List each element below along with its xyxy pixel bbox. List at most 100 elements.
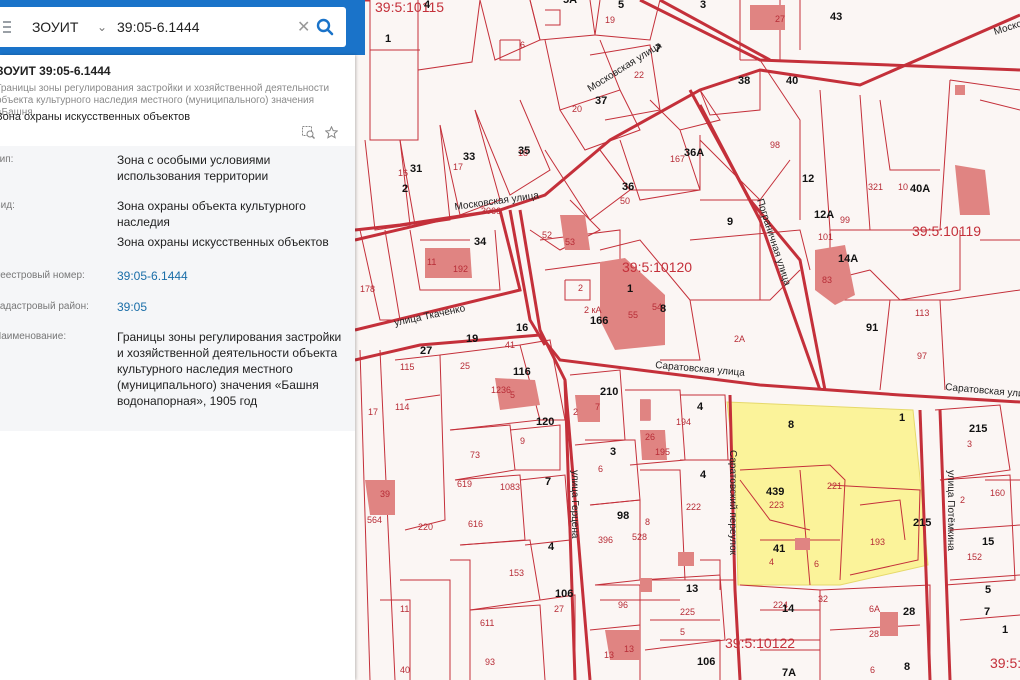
parcel-number-label: 2 <box>578 283 583 293</box>
parcel-number-label: 35 <box>518 145 530 157</box>
property-label: Реестровый номер: <box>0 270 85 281</box>
parcel-number-label: 195 <box>655 447 670 457</box>
parcel-number-label: 40 <box>786 75 798 87</box>
property-label: Кадастровый район: <box>0 301 89 312</box>
parcel-number-label: 14 <box>782 603 795 615</box>
parcel-number-label: 5 <box>680 627 685 637</box>
parcel-number-label: 4 <box>697 401 704 413</box>
building <box>678 552 694 566</box>
parcel-number-label: 96 <box>618 600 628 610</box>
menu-icon[interactable] <box>3 21 11 33</box>
parcel-number-label: 6 <box>598 464 603 474</box>
parcel-number-label: 27 <box>775 14 785 24</box>
parcel-number-label: 115 <box>400 362 414 372</box>
parcel-number-label: 16 <box>398 168 408 178</box>
parcel-number-label: 9 <box>727 216 733 228</box>
object-subtitle: Зона охраны искусственных объектов <box>0 111 191 123</box>
parcel-number-label: 167 <box>670 154 685 164</box>
parcel-number-label: 27 <box>554 604 564 614</box>
parcel-number-label: 194 <box>676 417 691 427</box>
parcel-number-label: 223 <box>769 500 784 510</box>
parcel-number-label: 5 <box>618 0 624 11</box>
parcel-number-label: 19 <box>466 333 478 345</box>
parcel-number-label: 1 <box>1002 624 1008 636</box>
property-label: Наименование: <box>0 331 67 342</box>
parcel-number-label: 116 <box>513 366 531 378</box>
parcel-number-label: 36 <box>622 181 634 193</box>
parcel-number-label: 616 <box>468 519 483 529</box>
parcel-number-label: 4 <box>700 469 707 481</box>
cadastral-district-link[interactable]: 39:05 <box>117 299 347 315</box>
search-icon[interactable] <box>316 18 334 36</box>
parcel-number-label: 7 <box>655 43 661 55</box>
parcel-number-label: 20 <box>572 104 582 114</box>
parcel-number-label: 13 <box>604 650 614 660</box>
parcel-number-label: 83 <box>822 275 832 285</box>
parcel-number-label: 32 <box>818 594 828 604</box>
parcel-number-label: 13 <box>686 583 698 595</box>
parcel-number-label: 52 <box>542 230 552 240</box>
parcel-number-label: 3 <box>967 439 972 449</box>
parcel-number-label: 43 <box>830 11 842 23</box>
parcel-number-label: 55 <box>628 310 638 320</box>
parcel-number-label: 10 <box>898 182 908 192</box>
chevron-down-icon[interactable]: ⌄ <box>97 20 107 34</box>
parcel-number-label: 1 <box>627 283 633 295</box>
parcel-number-label: 564 <box>367 515 382 525</box>
parcel-number-label: 28 <box>903 606 915 618</box>
search-bar: ЗОУИТ ⌄ ✕ <box>0 0 365 55</box>
parcel-number-label: 36А <box>684 147 704 159</box>
parcel-number-label: 8 <box>645 517 650 527</box>
parcel-number-label: 16 <box>516 322 528 334</box>
parcel-number-label: 33 <box>463 151 475 163</box>
parcel-number-label: 160 <box>990 488 1005 498</box>
search-input[interactable] <box>113 15 301 39</box>
parcel-number-label: 40 <box>400 665 410 675</box>
street-label: Саратовский переулок <box>727 450 738 556</box>
parcel-number-label: 6 <box>814 559 819 569</box>
registry-number-link[interactable]: 39:05-6.1444 <box>117 268 347 284</box>
parcel-number-label: 98 <box>770 140 780 150</box>
parcel-number-label: 222 <box>686 502 701 512</box>
parcel-number-label: 221 <box>827 481 842 491</box>
quarter-label: 39:5: <box>990 655 1020 671</box>
parcel-number-label: 611 <box>480 618 494 628</box>
quarter-label: 39:5:10122 <box>725 635 795 651</box>
search-box: ЗОУИТ ⌄ ✕ <box>0 7 346 47</box>
property-label: Тип: <box>0 154 14 165</box>
quarter-label: 39:5:10115 <box>375 0 444 15</box>
building <box>795 538 810 550</box>
parcel-number-label: 3066 <box>481 206 501 216</box>
parcel-number-label: 5 <box>985 584 991 596</box>
layer-select[interactable]: ЗОУИТ <box>32 19 78 35</box>
highlighted-zone[interactable] <box>726 401 929 586</box>
parcel-number-label: 73 <box>470 450 480 460</box>
parcel-number-label: 114 <box>395 402 409 412</box>
parcel-number-label: 2 <box>573 407 578 417</box>
parcel-number-label: 321 <box>868 182 883 192</box>
parcel-number-label: 215 <box>913 517 931 529</box>
parcel-number-label: 17 <box>368 407 378 417</box>
parcel-number-label: 193 <box>870 537 885 547</box>
parcel-number-label: 439 <box>766 486 784 498</box>
parcel-number-label: 13 <box>624 644 634 654</box>
parcel-number-label: 6А <box>869 604 880 614</box>
parcel-number-label: 1236 <box>491 385 511 395</box>
parcel-number-label: 34 <box>474 236 487 248</box>
star-icon[interactable] <box>325 126 338 139</box>
parcel-number-label: 5А <box>563 0 577 6</box>
info-panel: ЗОУИТ 39:05-6.1444 Границы зоны регулиро… <box>0 55 355 680</box>
parcel-number-label: 11 <box>427 257 436 267</box>
close-icon[interactable]: ✕ <box>297 17 310 37</box>
parcel-number-label: 39 <box>380 489 390 499</box>
parcel-number-label: 153 <box>509 568 524 578</box>
parcel-number-label: 220 <box>418 522 433 532</box>
zoom-to-object-icon[interactable] <box>302 126 315 139</box>
property-value: Зона с особыми условиями использования т… <box>117 153 271 183</box>
parcel-number-label: 4 <box>424 0 431 11</box>
parcel-number-label: 2 кА <box>584 305 601 315</box>
property-value: Границы зоны регулирования застройки и х… <box>117 330 342 408</box>
parcel-number-label: 152 <box>967 552 982 562</box>
parcel-number-label: 8 <box>904 661 910 673</box>
parcel-number-label: 7А <box>782 667 796 679</box>
